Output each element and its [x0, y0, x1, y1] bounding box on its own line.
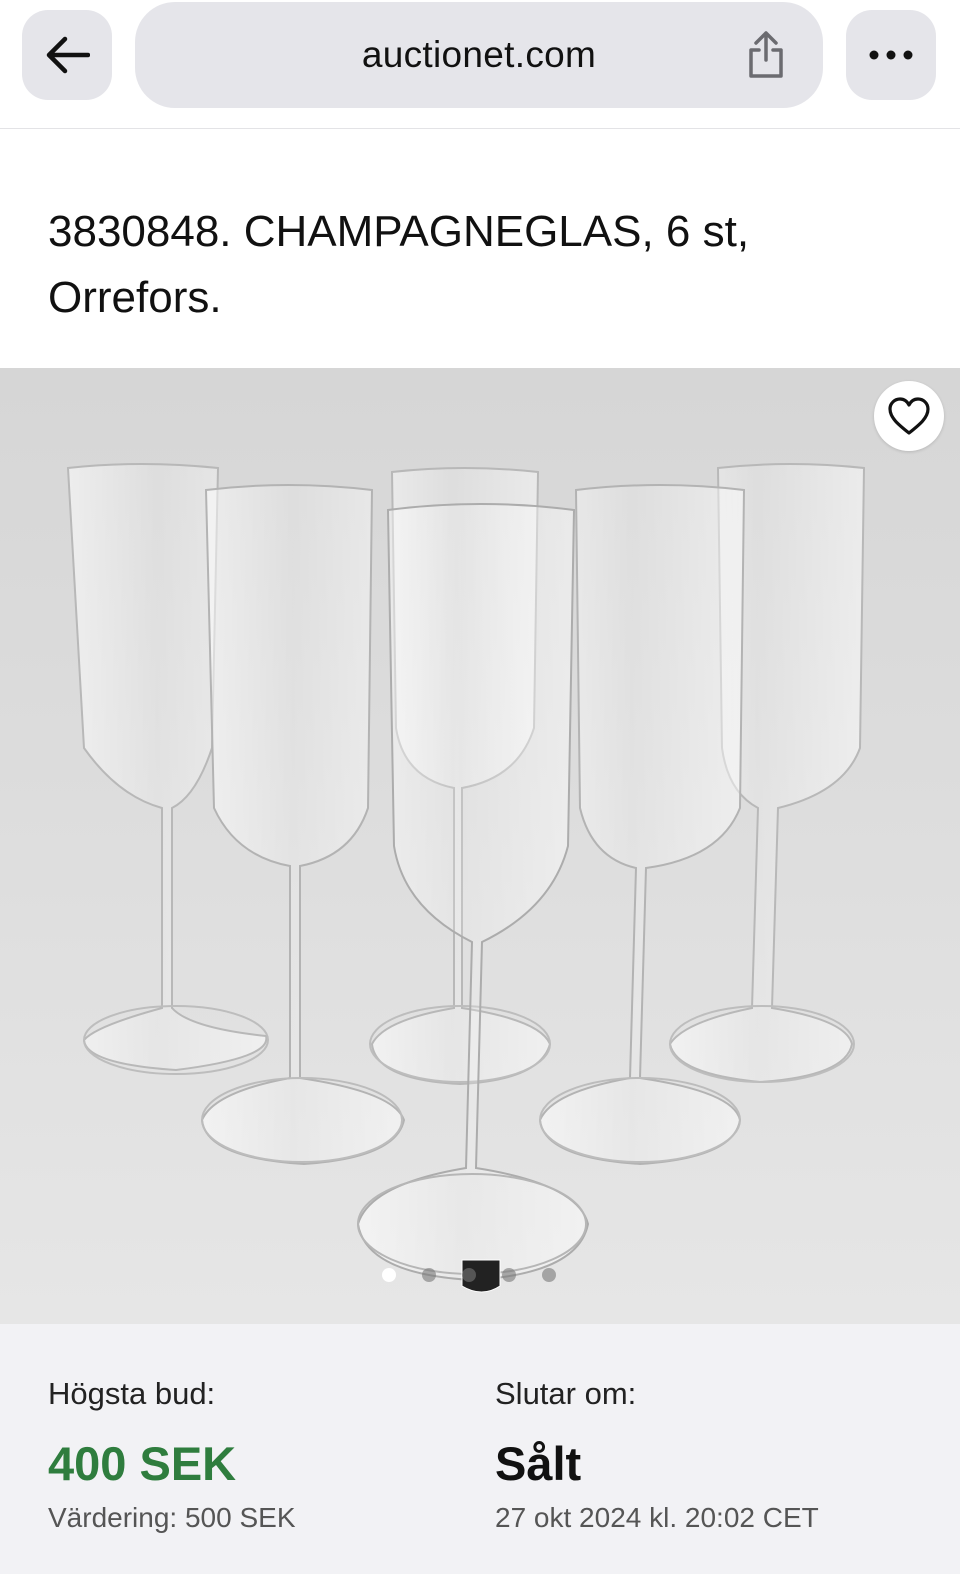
- carousel-indicator: [382, 1268, 556, 1282]
- valuation-text: Värdering: 500 SEK: [48, 1502, 296, 1533]
- ends-label: Slutar om:: [495, 1376, 637, 1411]
- highest-bid-amount: 400 SEK: [48, 1437, 237, 1490]
- share-button[interactable]: [745, 30, 787, 85]
- carousel-dot[interactable]: [542, 1268, 556, 1282]
- address-bar[interactable]: auctionet.com: [135, 2, 823, 108]
- end-date-text: 27 okt 2024 kl. 20:02 CET: [495, 1502, 819, 1533]
- listing-header: 3830848. CHAMPAGNEGLAS, 6 st, Orrefors.: [0, 129, 960, 368]
- carousel-dot[interactable]: [382, 1268, 396, 1282]
- arrow-left-icon: [46, 36, 90, 74]
- champagne-glasses-photo: [66, 463, 866, 1293]
- share-icon: [749, 31, 783, 78]
- carousel-dot[interactable]: [422, 1268, 436, 1282]
- carousel-dot[interactable]: [502, 1268, 516, 1282]
- more-button[interactable]: [846, 10, 936, 100]
- auction-info-panel: Högsta bud: 400 SEK Värdering: 500 SEK S…: [0, 1324, 960, 1574]
- more-dots-icon: [869, 50, 913, 60]
- browser-toolbar: auctionet.com: [0, 0, 960, 129]
- url-text: auctionet.com: [361, 34, 597, 75]
- listing-title: 3830848. CHAMPAGNEGLAS, 6 st, Orrefors.: [48, 207, 750, 322]
- auction-status: Sålt: [495, 1437, 582, 1490]
- heart-icon: [888, 397, 930, 435]
- back-button[interactable]: [22, 10, 112, 100]
- favorite-button[interactable]: [874, 381, 944, 451]
- product-image-carousel[interactable]: [0, 368, 960, 1324]
- highest-bid-label: Högsta bud:: [48, 1376, 216, 1411]
- carousel-dot[interactable]: [462, 1268, 476, 1282]
